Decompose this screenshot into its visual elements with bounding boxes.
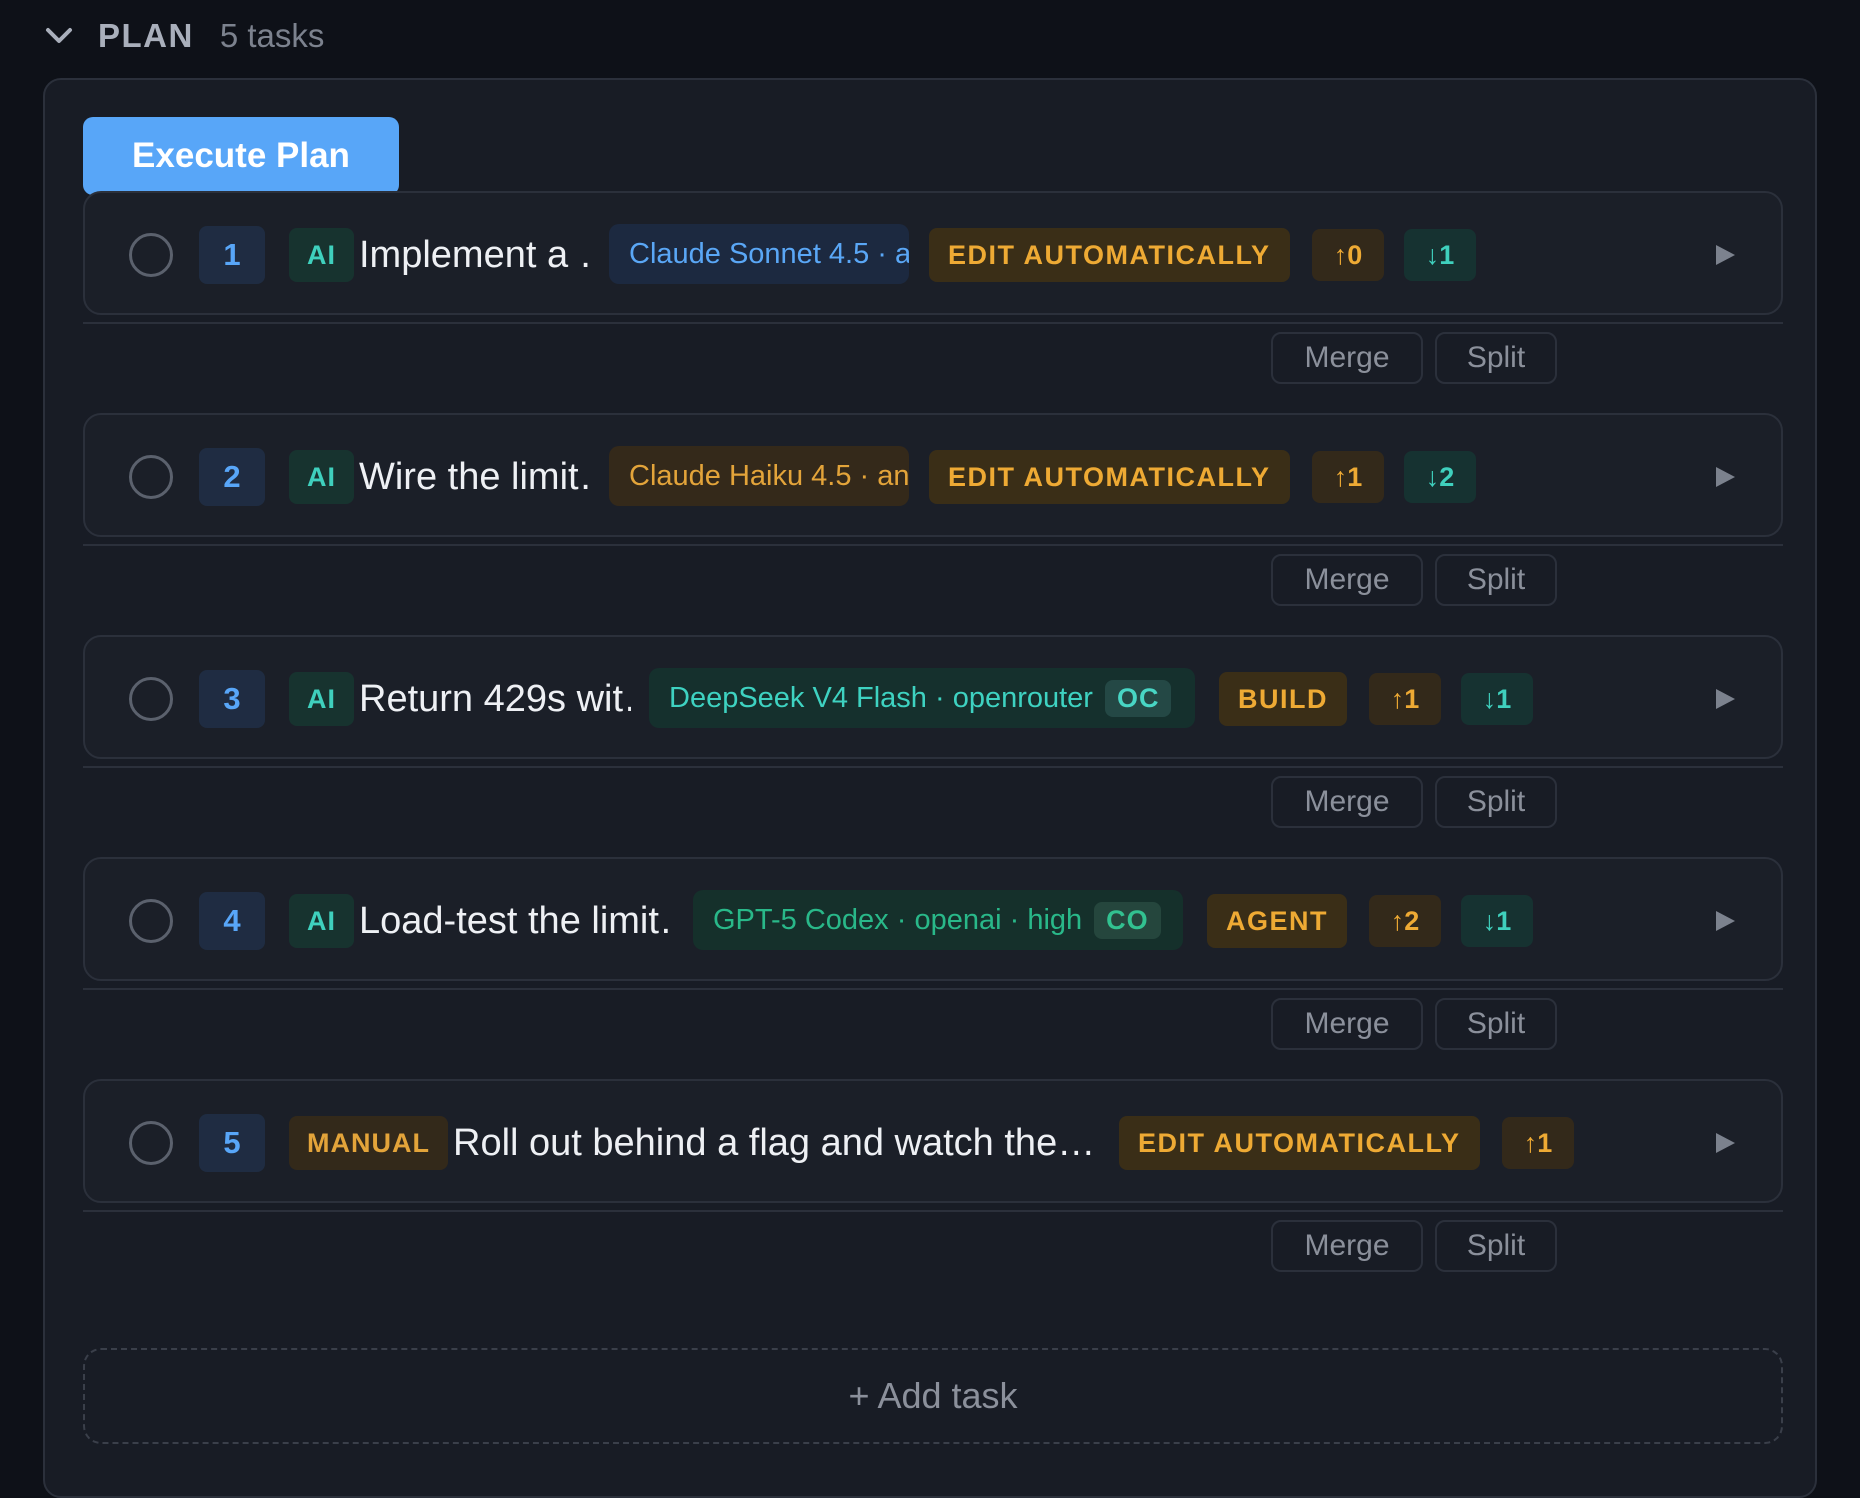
task-type-badge: AI — [289, 228, 354, 282]
task-card: 3 AI Return 429s wit… DeepSeek V4 Flash … — [83, 635, 1783, 759]
task-checkbox-icon[interactable] — [129, 677, 173, 721]
split-button[interactable]: Split — [1435, 1220, 1557, 1272]
merge-button[interactable]: Merge — [1271, 1220, 1423, 1272]
play-icon[interactable] — [1705, 235, 1745, 275]
task-title[interactable]: Implement a … — [359, 221, 589, 289]
split-button[interactable]: Split — [1435, 554, 1557, 606]
upstream-deps-badge[interactable]: ↑1 — [1369, 673, 1441, 725]
task-card: 2 AI Wire the limit… Claude Haiku 4.5 · … — [83, 413, 1783, 537]
chevron-down-icon[interactable] — [42, 19, 76, 53]
task-checkbox-icon[interactable] — [129, 899, 173, 943]
task-card: 4 AI Load-test the limit… GPT-5 Codex · … — [83, 857, 1783, 981]
task-card: 5 MANUAL Roll out behind a flag and watc… — [83, 1079, 1783, 1203]
task-title[interactable]: Load-test the limit… — [359, 887, 669, 955]
divider — [83, 322, 1783, 324]
task-type-badge: AI — [289, 450, 354, 504]
plan-task-count: 5 tasks — [219, 17, 325, 54]
task-title[interactable]: Wire the limit… — [359, 443, 589, 511]
add-task-button[interactable]: + Add task — [83, 1348, 1783, 1444]
split-button[interactable]: Split — [1435, 332, 1557, 384]
task-checkbox-icon[interactable] — [129, 233, 173, 277]
task-checkbox-icon[interactable] — [129, 455, 173, 499]
upstream-deps-badge[interactable]: ↑2 — [1369, 895, 1441, 947]
model-chip[interactable]: DeepSeek V4 Flash · openrouter OC — [649, 668, 1195, 728]
downstream-deps-badge[interactable]: ↓1 — [1404, 229, 1476, 281]
execute-plan-button[interactable]: Execute Plan — [83, 117, 399, 195]
play-icon[interactable] — [1705, 1123, 1745, 1163]
model-label: Claude Sonnet 4.5 · a… — [629, 237, 909, 270]
mode-badge[interactable]: EDIT AUTOMATICALLY — [929, 228, 1290, 282]
task-number-badge: 5 — [199, 1114, 265, 1172]
task-number-badge: 4 — [199, 892, 265, 950]
play-icon[interactable] — [1705, 679, 1745, 719]
task-checkbox-icon[interactable] — [129, 1121, 173, 1165]
task-type-badge: MANUAL — [289, 1116, 448, 1170]
task-title[interactable]: Roll out behind a flag and watch the… — [453, 1109, 1103, 1177]
merge-button[interactable]: Merge — [1271, 332, 1423, 384]
mode-badge[interactable]: BUILD — [1219, 672, 1347, 726]
play-icon[interactable] — [1705, 457, 1745, 497]
divider — [83, 544, 1783, 546]
task-type-badge: AI — [289, 672, 354, 726]
mode-badge[interactable]: EDIT AUTOMATICALLY — [929, 450, 1290, 504]
task-number-badge: 1 — [199, 226, 265, 284]
plan-panel: Execute Plan 1 AI Implement a … Claude S… — [43, 78, 1817, 1498]
model-chip[interactable]: GPT-5 Codex · openai · high CO — [693, 890, 1183, 950]
mode-badge[interactable]: EDIT AUTOMATICALLY — [1119, 1116, 1480, 1170]
merge-button[interactable]: Merge — [1271, 998, 1423, 1050]
model-chip[interactable]: Claude Sonnet 4.5 · a… — [609, 224, 909, 284]
task-number-badge: 3 — [199, 670, 265, 728]
upstream-deps-badge[interactable]: ↑1 — [1312, 451, 1384, 503]
plan-header: PLAN 5 tasks — [42, 14, 324, 58]
split-button[interactable]: Split — [1435, 776, 1557, 828]
model-label: Claude Haiku 4.5 · an… — [629, 459, 909, 492]
play-icon[interactable] — [1705, 901, 1745, 941]
divider — [83, 766, 1783, 768]
model-label: DeepSeek V4 Flash · openrouter — [669, 681, 1093, 714]
downstream-deps-badge[interactable]: ↓1 — [1461, 895, 1533, 947]
provider-tag: CO — [1094, 901, 1161, 939]
divider — [83, 1210, 1783, 1212]
upstream-deps-badge[interactable]: ↑1 — [1502, 1117, 1574, 1169]
split-button[interactable]: Split — [1435, 998, 1557, 1050]
task-title[interactable]: Return 429s wit… — [359, 665, 631, 733]
divider — [83, 988, 1783, 990]
model-chip[interactable]: Claude Haiku 4.5 · an… — [609, 446, 909, 506]
merge-button[interactable]: Merge — [1271, 554, 1423, 606]
task-card: 1 AI Implement a … Claude Sonnet 4.5 · a… — [83, 191, 1783, 315]
mode-badge[interactable]: AGENT — [1207, 894, 1347, 948]
plan-title: PLAN — [98, 17, 194, 54]
task-number-badge: 2 — [199, 448, 265, 506]
model-label: GPT-5 Codex · openai · high — [713, 903, 1083, 936]
upstream-deps-badge[interactable]: ↑0 — [1312, 229, 1384, 281]
downstream-deps-badge[interactable]: ↓2 — [1404, 451, 1476, 503]
downstream-deps-badge[interactable]: ↓1 — [1461, 673, 1533, 725]
task-type-badge: AI — [289, 894, 354, 948]
provider-tag: OC — [1104, 679, 1172, 717]
merge-button[interactable]: Merge — [1271, 776, 1423, 828]
